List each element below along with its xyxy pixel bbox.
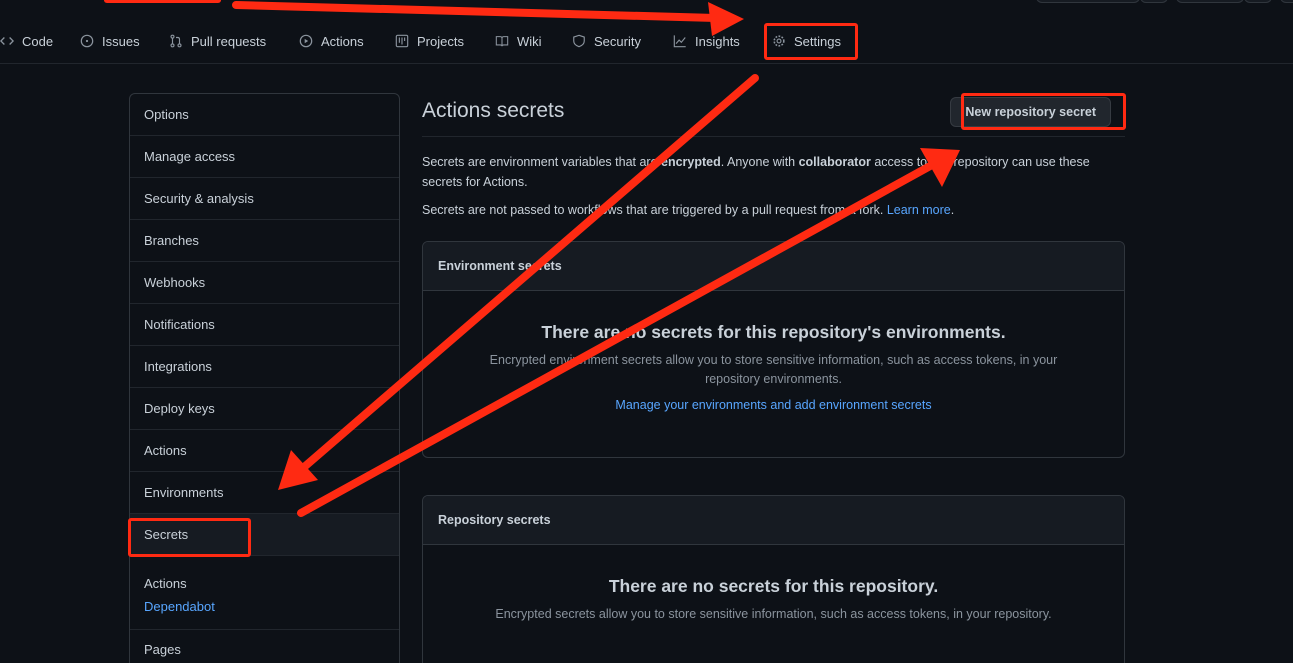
secrets-description: Secrets are environment variables that a…	[422, 152, 1125, 192]
main-content: Actions secrets New repository secret Se…	[422, 93, 1125, 663]
desc-text: . Anyone with	[720, 155, 799, 169]
fork-note-end: .	[950, 203, 955, 217]
sidebar-item-webhooks[interactable]: Webhooks	[130, 262, 399, 304]
tab-issues[interactable]: Issues	[80, 28, 140, 54]
main-header: Actions secrets New repository secret	[422, 93, 1125, 137]
tab-label: Code	[22, 33, 54, 49]
tab-pull-requests[interactable]: Pull requests	[169, 28, 266, 54]
sidebar-item-options[interactable]: Options	[130, 94, 399, 136]
header-button-caret[interactable]	[1244, 0, 1272, 3]
environment-secrets-blankslate: There are no secrets for this repository…	[423, 291, 1124, 414]
sidebar-item-manage-access[interactable]: Manage access	[130, 136, 399, 178]
settings-sidebar: Options Manage access Security & analysi…	[129, 93, 400, 663]
tab-label: Actions	[321, 33, 364, 49]
learn-more-link[interactable]: Learn more	[887, 203, 951, 217]
tab-label: Settings	[794, 33, 841, 49]
tab-label: Issues	[102, 33, 140, 49]
tab-label: Security	[594, 33, 641, 49]
sidebar-subitem-dependabot[interactable]: Dependabot	[144, 597, 385, 617]
tab-label: Projects	[417, 33, 464, 49]
tab-code[interactable]: Code	[0, 28, 53, 54]
blankslate-title: There are no secrets for this repository…	[541, 322, 1006, 342]
header-button[interactable]	[1176, 0, 1244, 3]
repository-secrets-header: Repository secrets	[423, 496, 1124, 545]
repo-nav: Code Issues Pull requests Actions Projec…	[0, 0, 1293, 64]
blankslate-description: Encrypted environment secrets allow you …	[489, 353, 1058, 386]
code-icon	[0, 34, 14, 48]
tab-label: Insights	[695, 33, 740, 49]
sidebar-secrets-submenu: Actions Dependabot	[130, 556, 399, 630]
fork-note-text: Secrets are not passed to workflows that…	[422, 203, 887, 217]
fork-note: Secrets are not passed to workflows that…	[422, 200, 1125, 220]
header-button-caret[interactable]	[1140, 0, 1168, 3]
blankslate-title: There are no secrets for this repository…	[608, 576, 939, 596]
gear-icon	[772, 34, 786, 48]
book-icon	[495, 34, 509, 48]
header-button[interactable]	[1280, 0, 1293, 3]
tab-label: Wiki	[517, 33, 542, 49]
repository-secrets-blankslate: There are no secrets for this repository…	[423, 545, 1124, 624]
sidebar-item-environments[interactable]: Environments	[130, 472, 399, 514]
issue-icon	[80, 34, 94, 48]
sidebar-item-deploy-keys[interactable]: Deploy keys	[130, 388, 399, 430]
tab-projects[interactable]: Projects	[395, 28, 464, 54]
manage-environments-link[interactable]: Manage your environments and add environ…	[615, 398, 931, 412]
tab-security[interactable]: Security	[572, 28, 641, 54]
environment-secrets-box: Environment secrets There are no secrets…	[422, 241, 1125, 458]
tab-insights[interactable]: Insights	[673, 28, 740, 54]
sidebar-item-integrations[interactable]: Integrations	[130, 346, 399, 388]
sidebar-item-notifications[interactable]: Notifications	[130, 304, 399, 346]
tab-wiki[interactable]: Wiki	[495, 28, 542, 54]
sidebar-item-actions[interactable]: Actions	[130, 430, 399, 472]
graph-icon	[673, 34, 687, 48]
sidebar-subitem-actions[interactable]: Actions	[144, 570, 385, 597]
repository-secrets-box: Repository secrets There are no secrets …	[422, 495, 1125, 663]
environment-secrets-header: Environment secrets	[423, 242, 1124, 291]
sidebar-item-secrets[interactable]: Secrets	[130, 514, 399, 556]
play-icon	[299, 34, 313, 48]
shield-icon	[572, 34, 586, 48]
sidebar-item-pages[interactable]: Pages	[130, 630, 399, 663]
tab-actions[interactable]: Actions	[299, 28, 364, 54]
blankslate-description: Encrypted secrets allow you to store sen…	[495, 607, 1052, 621]
header-button[interactable]	[1036, 0, 1140, 3]
page-title: Actions secrets	[422, 98, 565, 122]
new-repository-secret-button[interactable]: New repository secret	[950, 96, 1111, 127]
sidebar-item-security-analysis[interactable]: Security & analysis	[130, 178, 399, 220]
pull-request-icon	[169, 34, 183, 48]
sidebar-item-branches[interactable]: Branches	[130, 220, 399, 262]
tab-settings[interactable]: Settings	[772, 28, 841, 54]
tab-label: Pull requests	[191, 33, 267, 49]
desc-bold-encrypted: encrypted	[661, 155, 721, 169]
project-icon	[395, 34, 409, 48]
desc-bold-collaborator: collaborator	[798, 155, 871, 169]
desc-text: Secrets are environment variables that a…	[422, 155, 662, 169]
